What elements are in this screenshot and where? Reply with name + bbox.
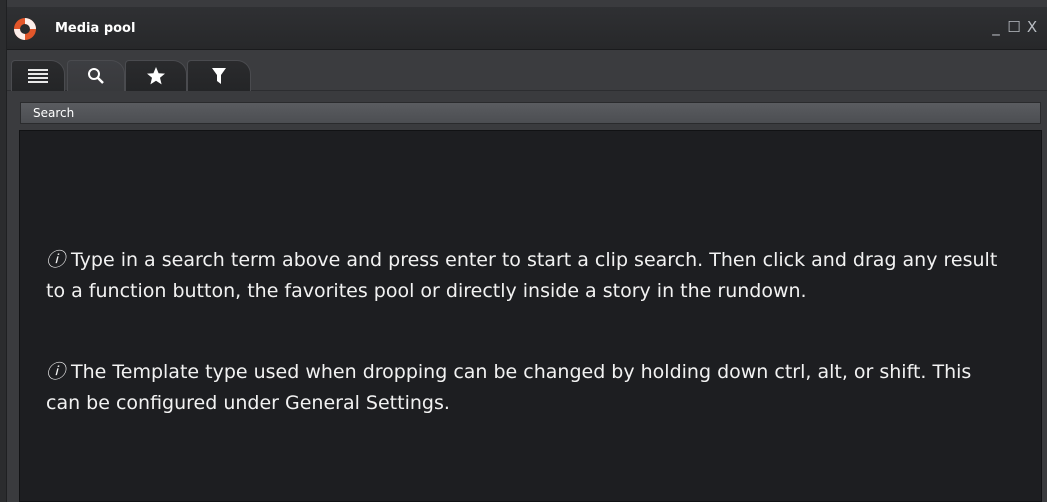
info-icon: ⓘ — [46, 361, 66, 383]
close-button[interactable]: X — [1026, 18, 1038, 36]
template-hint: ⓘ The Template type used when dropping ca… — [46, 357, 1006, 419]
window-title: Media pool — [55, 21, 136, 36]
title-bar[interactable]: Media pool _ ☐ X — [7, 7, 1047, 50]
media-pool-window: Media pool _ ☐ X Search ⓘ Type in a sear… — [6, 0, 1047, 502]
app-logo-icon — [14, 18, 36, 40]
list-icon — [28, 69, 48, 83]
tab-list[interactable] — [11, 60, 65, 91]
tab-search[interactable] — [67, 60, 125, 91]
tab-bar — [7, 50, 1047, 91]
maximize-button[interactable]: ☐ — [1007, 18, 1020, 36]
search-results-area[interactable]: ⓘ Type in a search term above and press e… — [19, 130, 1042, 502]
star-icon — [147, 67, 165, 85]
minimize-button[interactable]: _ — [990, 18, 1002, 36]
tab-favorites[interactable] — [125, 60, 187, 91]
info-icon: ⓘ — [46, 249, 66, 271]
search-header: Search — [20, 102, 1041, 124]
search-header-label: Search — [33, 106, 75, 120]
search-hint-text: Type in a search term above and press en… — [46, 249, 998, 302]
tab-filter[interactable] — [187, 60, 251, 91]
filter-icon — [212, 68, 226, 84]
window-controls: _ ☐ X — [990, 18, 1038, 36]
template-hint-text: The Template type used when dropping can… — [46, 361, 972, 414]
search-icon — [88, 68, 104, 84]
search-hint: ⓘ Type in a search term above and press e… — [46, 245, 1006, 307]
